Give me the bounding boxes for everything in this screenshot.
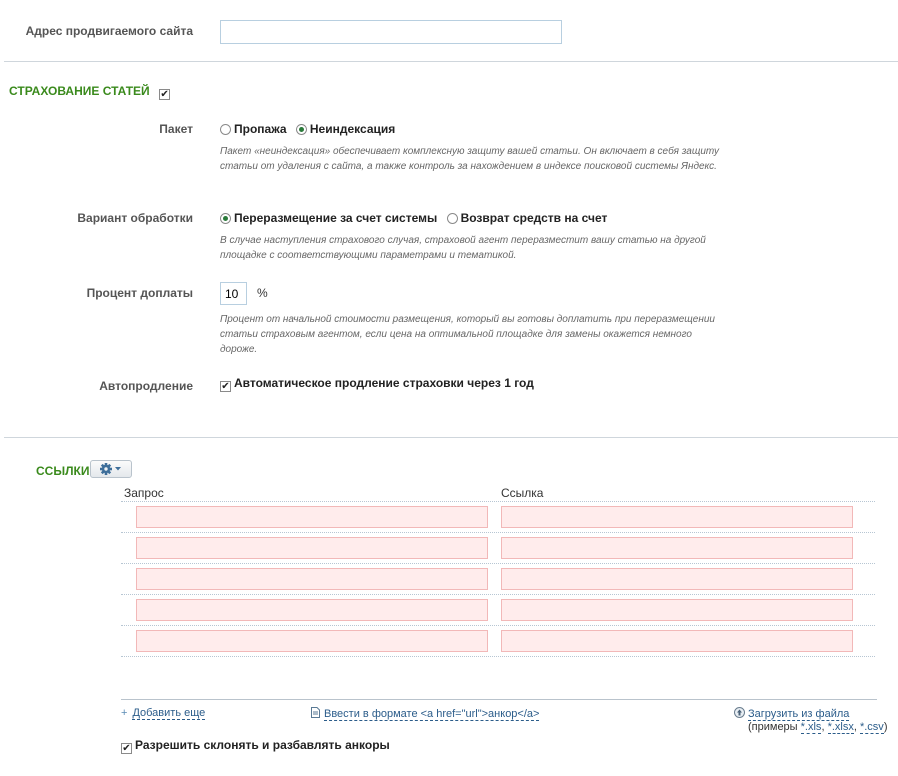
- query-input[interactable]: [136, 537, 488, 559]
- package-label: Пакет: [159, 122, 193, 136]
- divider: [4, 437, 898, 438]
- query-input[interactable]: [136, 568, 488, 590]
- site-address-input[interactable]: [220, 20, 562, 44]
- upload-link[interactable]: Загрузить из файла: [748, 708, 850, 721]
- col-query-header: Запрос: [124, 486, 164, 500]
- radio-icon: [446, 213, 458, 224]
- processing-label: Вариант обработки: [77, 211, 193, 225]
- col-link-header: Ссылка: [501, 486, 544, 500]
- insurance-header: СТРАХОВАНИЕ СТАТЕЙ ✔: [9, 84, 173, 100]
- autorenew-checkbox[interactable]: ✔: [220, 381, 231, 392]
- package-hint: Пакет «неиндексация» обеспечивает компле…: [220, 146, 720, 172]
- plus-icon: +: [121, 707, 128, 719]
- surcharge-hint: Процент от начальной стоимости размещени…: [220, 314, 715, 355]
- row-separator: [121, 625, 875, 626]
- query-input[interactable]: [136, 630, 488, 652]
- links-settings-button[interactable]: [90, 460, 132, 478]
- html-format-link[interactable]: Ввести в формате <a href="url">анкор</a>: [324, 708, 540, 721]
- gear-icon: [100, 463, 121, 475]
- document-icon: [311, 707, 320, 718]
- chevron-down-icon: [115, 467, 121, 471]
- autorenew-option[interactable]: ✔ Автоматическое продление страховки чере…: [220, 376, 534, 392]
- link-input[interactable]: [501, 599, 853, 621]
- link-input[interactable]: [501, 568, 853, 590]
- radio-selected-icon: [220, 213, 231, 224]
- links-title: ССЫЛКИ: [36, 464, 90, 478]
- row-separator: [121, 594, 875, 595]
- processing-hint: В случае наступления страхового случая, …: [220, 235, 706, 261]
- surcharge-unit: %: [257, 286, 268, 300]
- package-options: Пропажа Неиндексация: [220, 122, 395, 136]
- package-option-nonindex[interactable]: Неиндексация: [295, 122, 395, 136]
- add-more-link[interactable]: Добавить еще: [132, 707, 206, 720]
- add-more-action[interactable]: + Добавить еще: [121, 707, 206, 720]
- anchors-option[interactable]: ✔ Разрешить склонять и разбавлять анкоры: [121, 738, 390, 754]
- processing-options: Переразмещение за счет системы Возврат с…: [220, 211, 607, 225]
- row-separator: [121, 563, 875, 564]
- surcharge-input[interactable]: [220, 282, 247, 305]
- query-input[interactable]: [136, 599, 488, 621]
- link-input[interactable]: [501, 537, 853, 559]
- html-format-action[interactable]: Ввести в формате <a href="url">анкор</a>: [311, 707, 540, 721]
- site-address-label: Адрес продвигаемого сайта: [25, 24, 193, 38]
- radio-selected-icon: [295, 124, 307, 135]
- package-option-loss[interactable]: Пропажа: [220, 122, 287, 136]
- example-csv-link[interactable]: *.csv: [859, 721, 884, 734]
- link-input[interactable]: [501, 506, 853, 528]
- upload-action[interactable]: Загрузить из файла: [734, 707, 850, 721]
- autorenew-label: Автопродление: [99, 379, 193, 393]
- processing-option-refund[interactable]: Возврат средств на счет: [446, 211, 607, 225]
- insurance-title: СТРАХОВАНИЕ СТАТЕЙ: [9, 84, 150, 98]
- anchors-checkbox[interactable]: ✔: [121, 743, 132, 754]
- insurance-enable-checkbox[interactable]: ✔: [159, 89, 171, 100]
- query-input[interactable]: [136, 506, 488, 528]
- file-examples: (примеры *.xls, *.xlsx, *.csv): [748, 721, 888, 734]
- row-separator: [121, 501, 875, 502]
- surcharge-label: Процент доплаты: [86, 286, 193, 300]
- processing-option-replace[interactable]: Переразмещение за счет системы: [220, 211, 437, 225]
- radio-icon: [220, 124, 231, 135]
- row-separator: [121, 532, 875, 533]
- row-separator: [121, 656, 875, 657]
- footer-divider: [121, 699, 877, 700]
- divider: [4, 61, 898, 62]
- example-xls-link[interactable]: *.xls: [800, 721, 822, 734]
- upload-icon: [734, 707, 745, 718]
- link-input[interactable]: [501, 630, 853, 652]
- example-xlsx-link[interactable]: *.xlsx: [827, 721, 854, 734]
